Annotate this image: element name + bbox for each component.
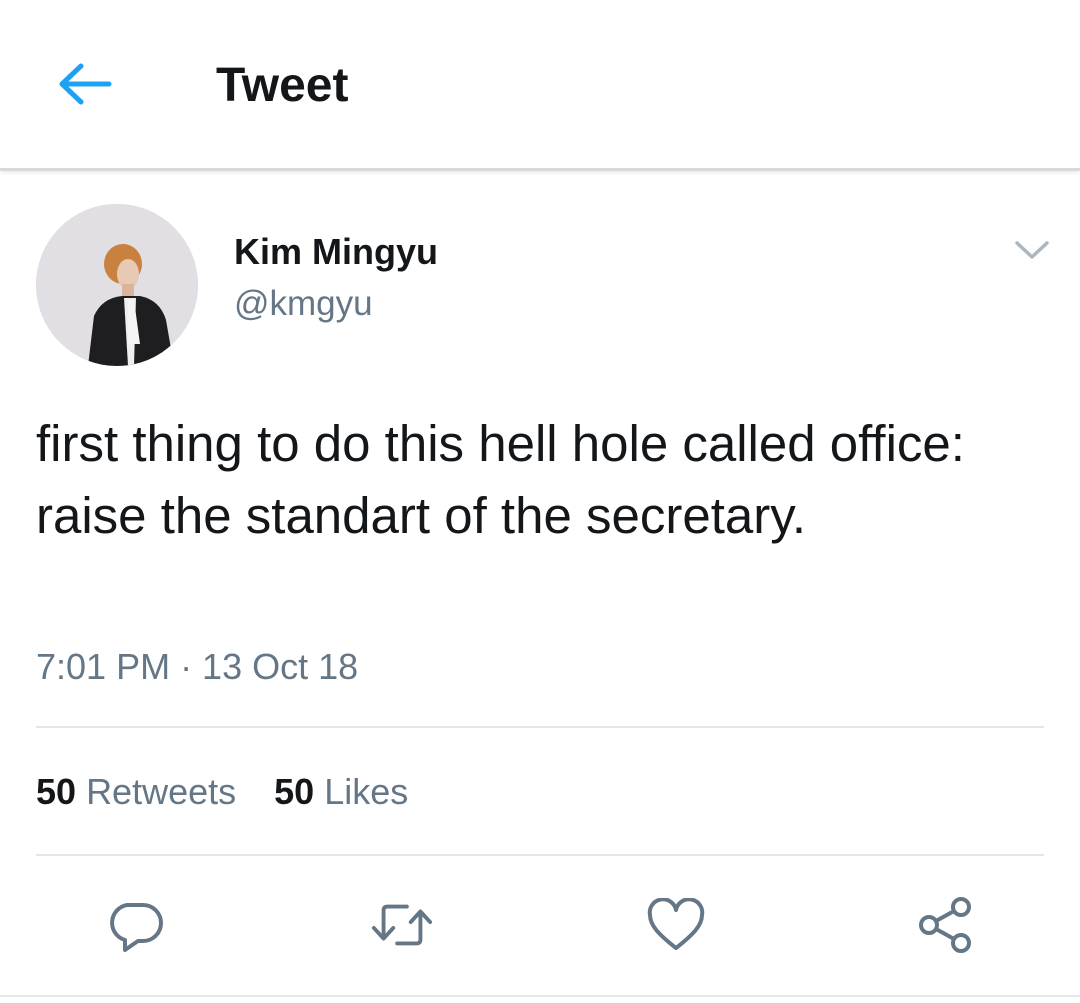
likes-label: Likes xyxy=(324,771,409,812)
tweet-stats: 50 Retweets 50 Likes xyxy=(36,768,446,816)
back-button[interactable] xyxy=(52,58,118,110)
arrow-left-icon xyxy=(59,63,112,105)
top-app-bar: Tweet xyxy=(0,0,1080,171)
divider xyxy=(0,995,1080,997)
like-icon xyxy=(647,898,705,950)
retweets-label: Retweets xyxy=(86,771,237,812)
author-name[interactable]: Kim Mingyu xyxy=(234,230,438,274)
avatar[interactable] xyxy=(36,204,198,366)
likes-count: 50 xyxy=(274,771,315,812)
share-icon xyxy=(919,897,971,953)
likes-stat[interactable]: 50 Likes xyxy=(274,768,408,816)
retweets-stat[interactable]: 50 Retweets xyxy=(36,768,236,816)
tweet-timestamp: 7:01 PM · 13 Oct 18 xyxy=(36,646,359,687)
like-button[interactable] xyxy=(644,893,708,957)
divider xyxy=(36,726,1044,728)
retweet-button[interactable] xyxy=(370,893,434,957)
author-handle[interactable]: @kmgyu xyxy=(234,282,373,326)
share-button[interactable] xyxy=(913,893,977,957)
chevron-down-icon xyxy=(1015,241,1049,259)
page-title: Tweet xyxy=(216,59,349,112)
tweet-text: first thing to do this hell hole called … xyxy=(36,415,965,544)
divider xyxy=(36,854,1044,856)
reply-button[interactable] xyxy=(103,893,167,957)
retweet-icon xyxy=(371,904,433,946)
reply-icon xyxy=(110,903,163,952)
profile-photo xyxy=(36,204,198,366)
tweet-menu-button[interactable] xyxy=(1010,230,1054,270)
retweets-count: 50 xyxy=(36,771,77,812)
